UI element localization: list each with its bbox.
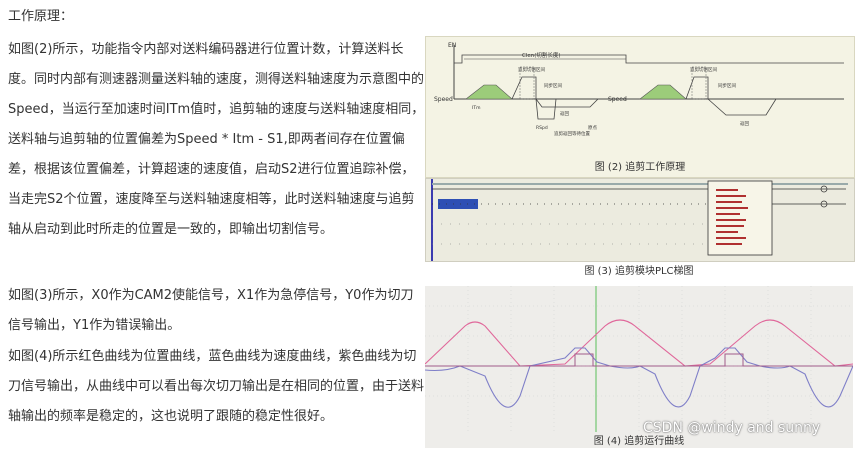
paragraph-fig4: 如图(4)所示红色曲线为位置曲线，蓝色曲线为速度曲线，紫色曲线为切刀信号输出，从… [8,349,425,424]
label-cut-1: 追剪切割区间 [518,66,545,73]
label-sync-2: 同步区间 [718,82,736,89]
label-en: EN [448,42,456,49]
label-speed-2: Speed [608,96,627,103]
paragraph-principle: 如图(2)所示，功能指令内部对送料编码器进行位置计数，计算送料长度。同时内部有测… [8,42,425,237]
figure-2-caption: 图 (2) 追剪工作原理 [594,162,686,173]
figure-3-caption: 图 (3) 追剪模块PLC梯图 [584,266,694,277]
label-itm: ITm [472,105,480,111]
ladder-diagram [431,179,848,261]
label-origin: 原点 [588,125,597,131]
timing-diagram: EN Speed Speed Clen(切割长度) 追剪切割区间 同步区间 返回… [434,42,844,137]
section-heading: 工作原理： [8,9,74,24]
label-speed-1: Speed [434,96,453,103]
csdn-watermark: CSDN @windy and sunny [643,420,821,436]
label-clen: Clen(切割长度) [522,51,561,59]
label-rspd: RSpd [536,125,548,131]
label-cut-2: 追剪切割区间 [690,66,717,73]
figure-working-principle: EN Speed Speed Clen(切割长度) 追剪切割区间 同步区间 返回… [425,36,855,178]
paragraph-fig3: 如图(3)所示，X0作为CAM2使能信号，X1作为急停信号，Y0作为切刀信号输出… [8,288,414,333]
label-return-2: 返回 [740,120,749,127]
label-return-1: 返回 [560,110,569,117]
figure-plc-ladder [425,178,855,262]
cut-signal-curve [425,353,853,367]
label-sync-1: 同步区间 [544,82,562,89]
label-return-origin: 追剪返回等待位置 [554,130,590,137]
oscilloscope-plot [424,286,854,432]
